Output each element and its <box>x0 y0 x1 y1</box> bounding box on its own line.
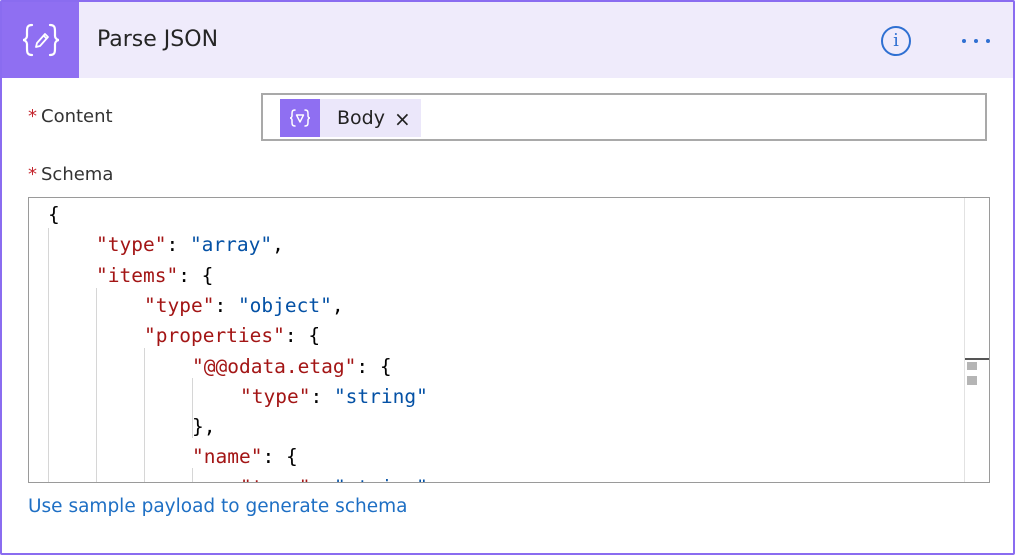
indent-guide <box>48 228 49 482</box>
parse-json-action-card: Parse JSON i * Content Body × * Schema {… <box>0 0 1015 555</box>
info-icon: i <box>893 30 899 51</box>
editor-scrollbar[interactable] <box>964 198 989 482</box>
json-punctuation: { <box>48 203 60 226</box>
json-punctuation: : <box>310 476 333 482</box>
code-line: }, <box>192 412 215 442</box>
token-remove-button[interactable]: × <box>385 99 421 137</box>
json-string-value: "array" <box>189 233 273 257</box>
required-marker: * <box>28 164 37 185</box>
scrollbar-cursor-marker <box>965 358 989 360</box>
schema-label-text: Schema <box>41 164 114 185</box>
indent-guide <box>96 288 97 482</box>
more-dot-icon <box>986 39 990 43</box>
json-punctuation: { <box>285 445 298 469</box>
json-punctuation: : <box>166 233 190 257</box>
more-dot-icon <box>962 39 966 43</box>
json-key: "type" <box>144 293 215 317</box>
json-key: "items" <box>96 263 179 287</box>
json-punctuation: { <box>308 324 321 348</box>
json-string-value: "string" <box>333 384 428 408</box>
json-braces-pencil-icon <box>2 2 79 78</box>
code-line: "type": "string" <box>240 382 428 412</box>
json-punctuation: }, <box>192 415 216 439</box>
json-punctuation: : <box>284 324 309 348</box>
expression-token-icon <box>280 99 320 137</box>
token-label: Body <box>337 107 385 129</box>
json-key: "properties" <box>144 324 285 348</box>
body-token[interactable]: Body × <box>280 99 421 137</box>
schema-code-editor[interactable]: {"type": "array", "items": {"type": "obje… <box>28 197 990 483</box>
json-key: "@@odata.etag" <box>192 354 357 378</box>
code-line: "type": "object", <box>144 291 344 321</box>
schema-label: * Schema <box>28 164 113 185</box>
json-punctuation: : <box>310 384 334 408</box>
more-dot-icon <box>974 39 978 43</box>
json-key: "type" <box>240 476 310 482</box>
json-key: "type" <box>240 384 311 408</box>
code-line: "properties": { <box>144 321 320 351</box>
scrollbar-overview-mark <box>967 362 977 370</box>
json-punctuation: : <box>214 293 238 317</box>
action-header[interactable]: Parse JSON i <box>2 2 1013 78</box>
code-line: "@@odata.etag": { <box>192 352 392 382</box>
json-key: "name" <box>192 445 263 469</box>
json-string-value: "string" <box>334 476 428 482</box>
use-sample-payload-link[interactable]: Use sample payload to generate schema <box>28 496 407 517</box>
code-line: "items": { <box>96 261 213 291</box>
code-line: { <box>48 200 60 230</box>
indent-guide <box>144 348 145 482</box>
required-marker: * <box>28 106 37 127</box>
json-punctuation: { <box>379 354 392 378</box>
code-line: "type": "array", <box>96 230 284 260</box>
code-line: "type": "string" <box>240 473 428 482</box>
content-label: * Content <box>28 106 113 127</box>
action-title: Parse JSON <box>97 27 219 52</box>
content-label-text: Content <box>41 106 113 127</box>
more-options-button[interactable] <box>956 30 996 52</box>
json-punctuation: { <box>201 263 214 287</box>
json-punctuation: , <box>272 233 284 257</box>
json-punctuation: : <box>356 354 380 378</box>
json-punctuation: : <box>262 445 286 469</box>
json-punctuation: , <box>331 293 344 317</box>
json-key: "type" <box>96 233 167 257</box>
json-string-value: "object" <box>237 293 332 317</box>
json-punctuation: : <box>178 263 202 287</box>
code-line: "name": { <box>192 442 298 472</box>
content-input[interactable]: Body × <box>261 93 987 141</box>
scrollbar-overview-mark <box>967 376 977 385</box>
info-button[interactable]: i <box>881 26 911 56</box>
